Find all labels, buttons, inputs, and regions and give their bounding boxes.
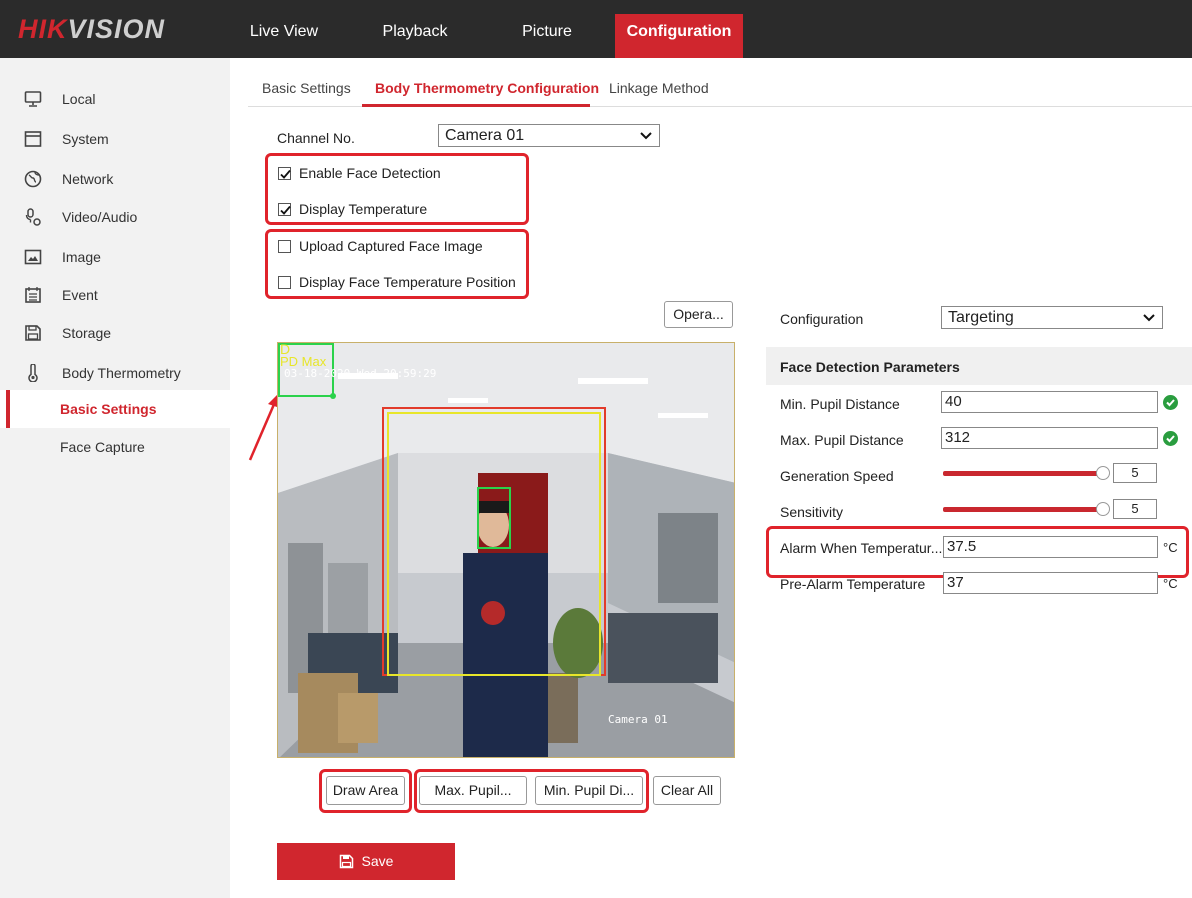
logo-hik-text: HIK [18,14,68,44]
nav-tab-live-view[interactable]: Live View [244,14,324,58]
display-face-temperature-position-label: Display Face Temperature Position [299,274,516,290]
nav-tab-playback[interactable]: Playback [370,14,460,58]
alarm-temperature-input[interactable]: 37.5 [943,536,1158,558]
max-pupil-distance-label: Max. Pupil Distance [780,432,904,448]
selection-indicator [6,390,10,428]
sidebar-item-system[interactable]: System [0,120,230,158]
osd-camera-label: Camera 01 [608,713,668,726]
sensitivity-value[interactable]: 5 [1113,499,1157,519]
generation-speed-value[interactable]: 5 [1113,463,1157,483]
section-title: Face Detection Parameters [780,359,960,375]
display-face-temperature-position-checkbox[interactable] [278,276,291,289]
globe-icon [24,170,42,188]
logo-vision-text: VISION [67,14,166,44]
sidebar-item-label: System [62,131,109,147]
sidebar-item-label: Body Thermometry [62,365,181,381]
microphone-camera-icon [25,208,41,226]
generation-speed-label: Generation Speed [780,468,894,484]
sidebar-item-storage[interactable]: Storage [0,314,230,352]
checkmark-icon [280,205,291,215]
generation-speed-slider-handle[interactable] [1096,466,1110,480]
monitor-icon [24,91,42,107]
image-icon [24,249,42,265]
channel-select-value: Camera 01 [445,127,525,144]
display-temperature-checkbox[interactable] [278,203,291,216]
thermometer-icon [28,364,38,382]
generation-speed-slider[interactable] [943,471,1103,476]
floppy-disk-icon [25,325,41,341]
valid-check-icon [1163,395,1178,410]
sidebar-subitem-face-capture[interactable]: Face Capture [0,428,230,466]
pre-alarm-temperature-unit: °C [1163,576,1178,591]
live-video-preview[interactable]: D PD Max 03-18-2020 Wed 20:59:29 Camera … [277,342,735,758]
tab-basic-settings[interactable]: Basic Settings [262,80,351,96]
window-icon [24,131,42,147]
draw-area-button[interactable]: Draw Area [326,776,405,805]
sidebar-item-local[interactable]: Local [0,80,230,118]
sidebar-item-label: Face Capture [60,439,145,455]
floppy-disk-icon [339,854,353,869]
active-tab-underline [362,104,590,107]
display-temperature-label: Display Temperature [299,201,428,217]
configuration-label: Configuration [780,311,864,327]
hikvision-logo: HIKVISION [18,14,165,45]
save-button[interactable]: Save [277,843,455,880]
sidebar-item-label: Network [62,171,114,187]
max-pupil-distance-button[interactable]: Max. Pupil... [419,776,527,805]
sensitivity-slider[interactable] [943,507,1103,512]
enable-face-detection-label: Enable Face Detection [299,165,441,181]
channel-select[interactable]: Camera 01 [438,124,660,147]
osd-timestamp: 03-18-2020 Wed 20:59:29 [284,367,437,380]
valid-check-icon [1163,431,1178,446]
min-pupil-distance-label: Min. Pupil Distance [780,396,900,412]
opera-button[interactable]: Opera... [664,301,733,328]
chevron-down-icon [640,132,652,140]
sidebar-item-label: Video/Audio [62,209,138,225]
save-button-label: Save [361,853,394,869]
channel-label: Channel No. [277,130,355,146]
top-navigation-bar: HIKVISION Live View Playback Picture Con… [0,0,1192,58]
upload-captured-face-image-label: Upload Captured Face Image [299,238,483,254]
alarm-temperature-unit: °C [1163,540,1178,555]
min-pupil-distance-input[interactable]: 40 [941,391,1158,413]
office-scene-image [278,343,734,757]
pre-alarm-temperature-label: Pre-Alarm Temperature [780,576,926,592]
sidebar-subitem-basic-settings[interactable]: Basic Settings [0,390,230,428]
tab-body-thermometry-configuration[interactable]: Body Thermometry Configuration [375,80,599,96]
sidebar-item-image[interactable]: Image [0,238,230,276]
sidebar: Local System Network Video/Audio Image E… [0,58,230,898]
checkmark-icon [280,169,291,179]
sidebar-item-network[interactable]: Network [0,160,230,198]
configuration-select[interactable]: Targeting [941,306,1163,329]
min-pupil-distance-button[interactable]: Min. Pupil Di... [535,776,643,805]
tab-linkage-method[interactable]: Linkage Method [609,80,709,96]
section-header: Face Detection Parameters [766,347,1192,385]
sidebar-item-label: Local [62,91,96,107]
sidebar-item-label: Image [62,249,101,265]
alarm-temperature-label: Alarm When Temperatur... [780,540,943,556]
upload-captured-face-image-checkbox[interactable] [278,240,291,253]
clear-all-button[interactable]: Clear All [653,776,721,805]
sidebar-item-label: Basic Settings [60,401,157,417]
sidebar-item-body-thermometry[interactable]: Body Thermometry [0,354,230,392]
nav-tab-configuration[interactable]: Configuration [615,14,743,58]
nav-tab-picture[interactable]: Picture [507,14,587,58]
configuration-select-value: Targeting [948,309,1014,326]
sensitivity-slider-handle[interactable] [1096,502,1110,516]
sidebar-item-label: Storage [62,325,112,341]
max-pupil-distance-input[interactable]: 312 [941,427,1158,449]
chevron-down-icon [1143,314,1155,322]
pre-alarm-temperature-input[interactable]: 37 [943,572,1158,594]
sidebar-item-label: Event [62,287,98,303]
sidebar-item-event[interactable]: Event [0,276,230,314]
sensitivity-label: Sensitivity [780,504,844,520]
sidebar-item-video-audio[interactable]: Video/Audio [0,198,230,236]
calendar-icon [25,287,41,303]
enable-face-detection-checkbox[interactable] [278,167,291,180]
